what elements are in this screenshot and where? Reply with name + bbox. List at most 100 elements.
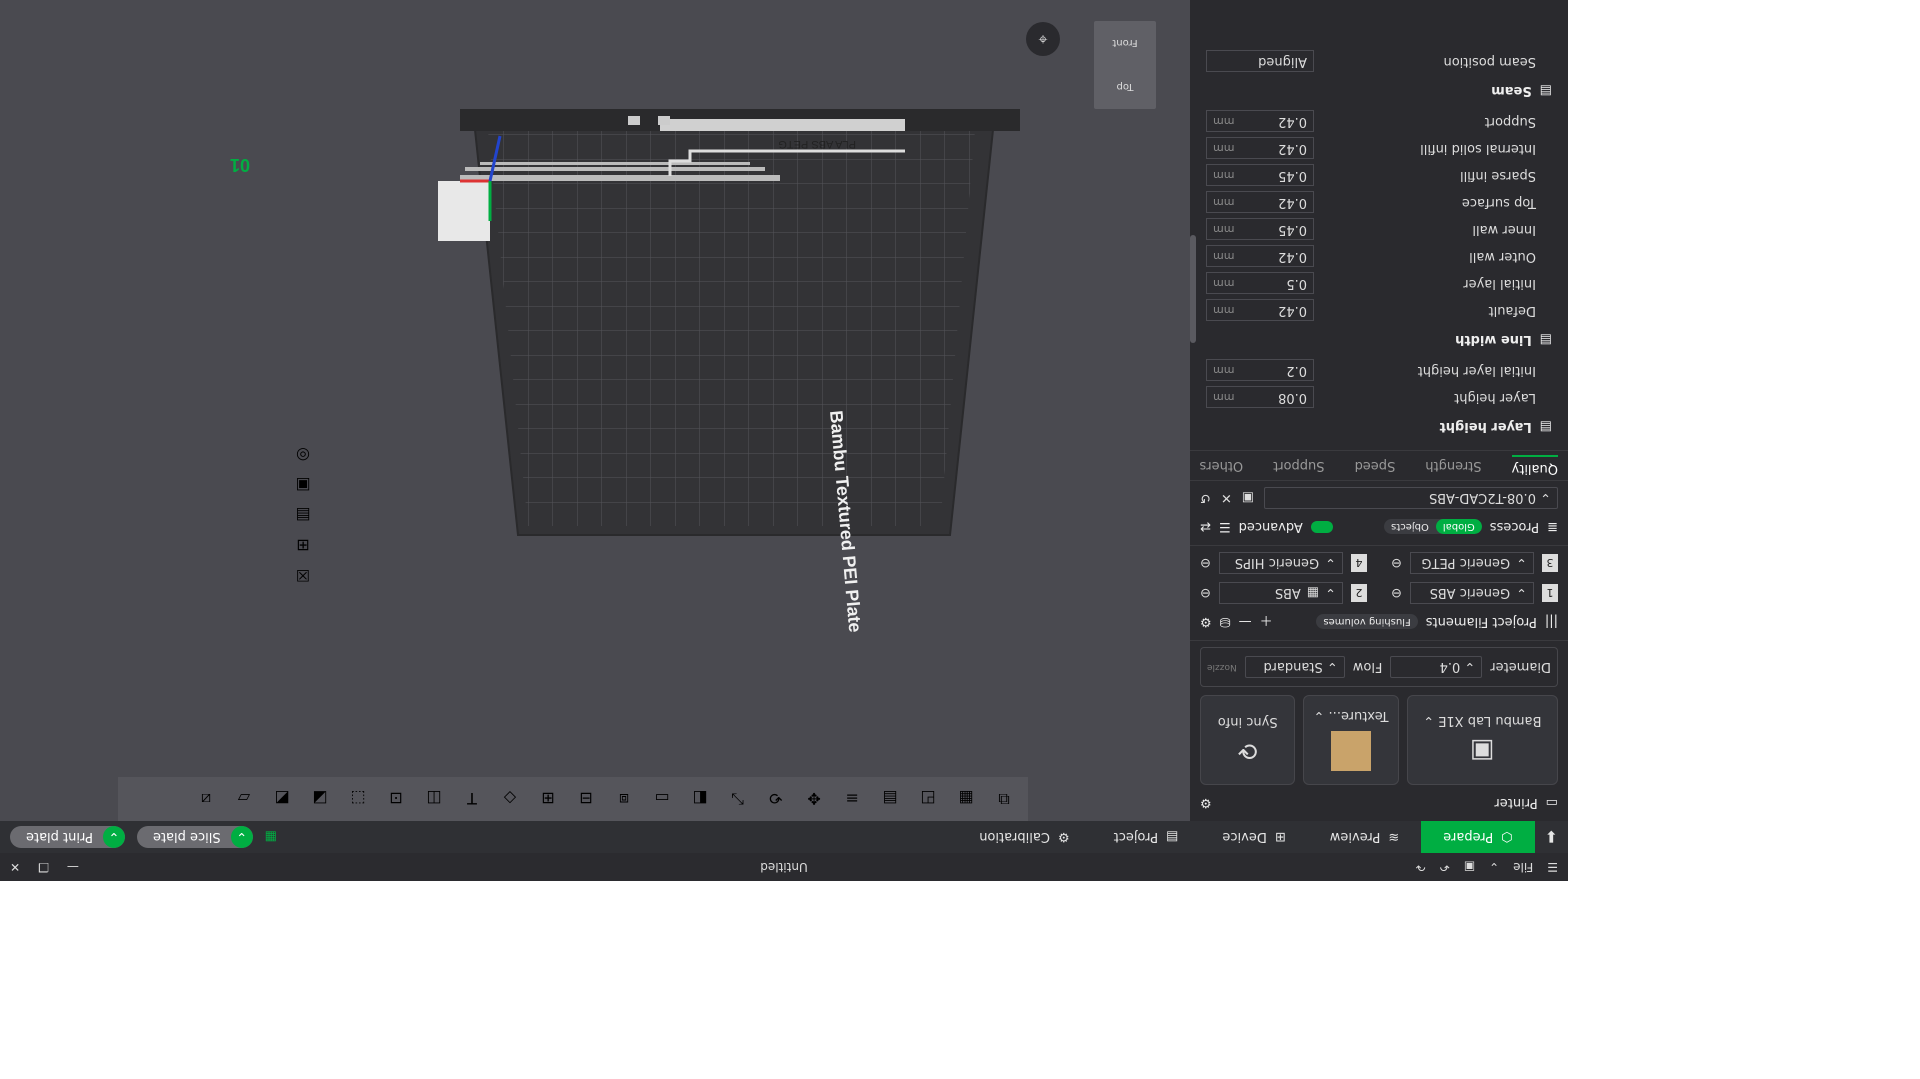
save-icon[interactable]: ▣ [1242,491,1254,506]
explode-icon[interactable]: ⧄ [190,783,222,815]
arrange-plate-icon[interactable]: ⊞ [286,533,320,559]
sync-filament-icon[interactable]: ⛁ [1220,615,1231,630]
text-icon[interactable]: T [456,783,488,815]
diameter-select[interactable]: ⌄ 0.4 [1390,656,1483,678]
save-icon[interactable]: ▣ [1464,860,1475,874]
tab-project[interactable]: ▤ Project [1092,821,1201,853]
build-plate[interactable]: PLA ABS PETG Bambu Textured PEI Plate 01 [230,109,1020,633]
minimize-icon[interactable]: — [67,860,79,874]
recenter-icon[interactable]: ⌖ [1026,22,1060,56]
gear-icon[interactable]: ⚙ [1200,796,1212,811]
tab-support[interactable]: Support [1273,458,1324,473]
param-input[interactable]: 0.5 mm [1206,272,1314,295]
selected-object[interactable] [438,181,490,241]
tab-speed[interactable]: Speed [1355,458,1396,473]
lay-on-face-icon[interactable]: ◧ [684,783,716,815]
flow-select[interactable]: ⌄ Standard [1244,656,1345,678]
tab-preview[interactable]: ≋ Preview [1308,821,1422,853]
close-plate-icon[interactable]: ☒ [286,563,320,589]
param-input[interactable]: 0.08 mm [1206,386,1314,409]
global-objects-toggle[interactable]: Global Objects [1384,519,1482,535]
sync-info-button[interactable]: ⟳ Sync info [1200,695,1296,785]
reset-icon[interactable]: ↺ [1200,491,1211,506]
orient-plate-icon[interactable]: ▤ [286,503,320,529]
color-paint-icon[interactable]: ◇ [494,783,526,815]
param-input[interactable]: 0.42 mm [1206,299,1314,322]
tab-prepare[interactable]: ⬡ Prepare [1421,821,1535,853]
chevron-down-icon[interactable]: ⌄ [102,826,125,848]
scale-icon[interactable]: ⤡ [722,783,754,815]
param-input[interactable]: 0.42 mm [1206,137,1314,160]
file-menu[interactable]: File [1513,860,1533,874]
cut-icon[interactable]: ▭ [646,783,678,815]
model-part[interactable] [480,162,750,165]
build-plate-svg[interactable]: PLA ABS PETG Bambu Textured PEI Plate 01 [0,0,1190,821]
redo-icon[interactable]: ↷ [1416,860,1426,874]
view-cube-top[interactable]: Top [1117,82,1134,93]
view-cube[interactable]: Top Front [1094,21,1156,109]
arrange-grid-icon[interactable]: ▦ [950,783,982,815]
move-icon[interactable]: ✥ [798,783,830,815]
split-icon[interactable]: ▤ [874,783,906,815]
objects-option[interactable]: Objects [1384,520,1436,535]
param-input[interactable]: Aligned [1206,50,1314,73]
assembly-icon[interactable]: ⬚ [342,783,374,815]
layers-list-icon[interactable]: ≡ [836,783,868,815]
add-icon[interactable]: ＋ [1260,613,1273,632]
orient-icon[interactable]: ◰ [912,783,944,815]
tab-device[interactable]: ⊞ Device [1200,821,1307,853]
filament-item[interactable]: 2 ⌄ ▦ ABS ⊖ [1200,582,1367,604]
filament-item[interactable]: 1 ⌄ Generic ABS ⊖ [1391,582,1558,604]
print-plate-button[interactable]: ⌄ Print plate [10,826,125,848]
slice-view-icon[interactable]: ◩ [266,783,298,815]
plate-type-select[interactable]: Texture... ⌄ [1303,695,1399,785]
param-input[interactable]: 0.45 mm [1206,218,1314,241]
restore-icon[interactable]: ❐ [38,860,49,874]
process-preset-select[interactable]: ⌄ 0.08-T2CAD-ABS [1264,487,1558,509]
model-part[interactable] [465,167,765,171]
seam-paint-icon[interactable]: ⊞ [532,783,564,815]
edit-icon[interactable]: ⊖ [1391,556,1402,571]
param-input[interactable]: 0.42 mm [1206,245,1314,268]
close-icon[interactable]: ✕ [10,860,20,874]
rotate-icon[interactable]: ⟲ [760,783,792,815]
model-part[interactable] [460,175,780,181]
global-option[interactable]: Global [1435,519,1482,535]
params-scrollbar[interactable] [1190,235,1196,343]
close-icon[interactable]: ✕ [1221,491,1232,506]
settings-plate-icon[interactable]: ◎ [286,443,320,469]
3d-viewport[interactable]: PLA ABS PETG Bambu Textured PEI Plate 01 [0,0,1190,821]
edit-icon[interactable]: ⊖ [1391,586,1402,601]
tab-others[interactable]: Others [1199,458,1243,473]
multi-plate-icon[interactable]: ▦ [265,830,277,845]
printer-select[interactable]: ▣ Bambu Lab X1E ⌄ [1406,695,1558,785]
edit-icon[interactable]: ⊖ [1200,556,1211,571]
slice-plate-button[interactable]: ⌄ Slice plate [136,826,253,848]
edit-icon[interactable]: ⊖ [1200,586,1211,601]
view-mode-icon[interactable]: ◪ [304,783,336,815]
param-input[interactable]: 0.42 mm [1206,110,1314,133]
mesh-boolean-icon[interactable]: ⧈ [608,783,640,815]
flushing-volumes-button[interactable]: Flushing volumes [1316,614,1418,630]
param-input[interactable]: 0.2 mm [1206,359,1314,382]
lock-plate-icon[interactable]: ▣ [286,473,320,499]
add-plate-icon[interactable]: ⧉ [988,783,1020,815]
undo-icon[interactable]: ↶ [1440,860,1450,874]
tab-calibration[interactable]: ⚙ Calibration [957,821,1091,853]
remove-icon[interactable]: — [1239,615,1252,630]
tab-strength[interactable]: Strength [1425,458,1481,473]
filament-item[interactable]: 3 ⌄ Generic PETG ⊖ [1391,552,1558,574]
chevron-down-icon[interactable]: ⌄ [230,826,253,848]
menu-icon[interactable]: ☰ [1547,860,1558,874]
gear-icon[interactable]: ⚙ [1200,615,1212,630]
advanced-toggle-icon[interactable] [1310,521,1333,533]
emboss-icon[interactable]: ◫ [418,783,450,815]
support-paint-icon[interactable]: ⊟ [570,783,602,815]
list-icon[interactable]: ☰ [1219,520,1231,535]
filament-item[interactable]: 4 ⌄ Generic HIPS ⊖ [1200,552,1367,574]
param-input[interactable]: 0.45 mm [1206,164,1314,187]
param-input[interactable]: 0.42 mm [1206,191,1314,214]
view-cube-front[interactable]: Front [1112,38,1137,49]
ruler-icon[interactable]: ▱ [228,783,260,815]
measure-icon[interactable]: ⊡ [380,783,412,815]
